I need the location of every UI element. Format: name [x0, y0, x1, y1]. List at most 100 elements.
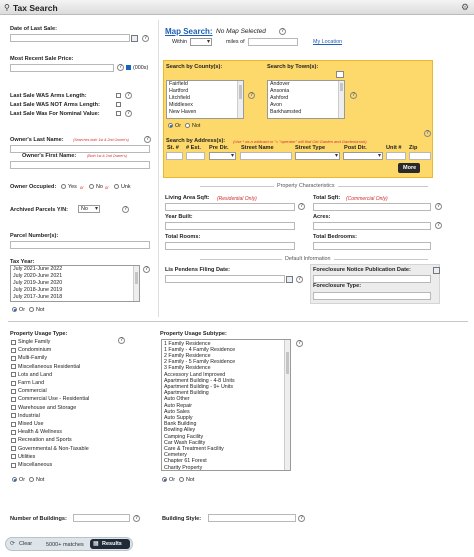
usage-type-checkbox[interactable]	[11, 380, 16, 386]
usage-type-checkbox[interactable]	[11, 396, 16, 402]
help-icon[interactable]: ?	[435, 222, 442, 229]
num-buildings-input[interactable]	[73, 514, 130, 522]
usage-type-checkbox[interactable]	[11, 429, 16, 435]
arms-length-checkbox[interactable]	[116, 93, 121, 98]
list-item[interactable]: July 2019-June 2020	[11, 280, 139, 287]
scrollbar[interactable]	[237, 81, 243, 118]
usage-type-checkbox[interactable]	[11, 454, 16, 460]
list-item[interactable]: July 2018-June 2019	[11, 287, 139, 294]
zip-input[interactable]	[409, 152, 431, 160]
county-not-radio[interactable]	[185, 123, 190, 128]
help-icon[interactable]: ?	[125, 92, 132, 99]
archived-select[interactable]: No	[78, 205, 100, 213]
foreclosure-type-input[interactable]	[313, 292, 431, 300]
usage-type-checkbox[interactable]	[11, 339, 16, 345]
recent-sale-price-input[interactable]	[10, 64, 114, 72]
map-search-link[interactable]: Map Search:	[165, 27, 213, 36]
scrollbar[interactable]	[284, 340, 290, 470]
number-est-input[interactable]	[186, 152, 205, 160]
tax-year-or-radio[interactable]	[12, 307, 17, 312]
date-last-sale-input[interactable]	[10, 34, 130, 42]
foreclosure-date-input[interactable]	[313, 275, 431, 283]
gear-icon[interactable]: ⚙	[461, 2, 469, 13]
list-item[interactable]: Charity Property	[162, 465, 290, 470]
help-icon[interactable]: ?	[122, 206, 129, 213]
owner-first-input[interactable]	[10, 161, 150, 169]
usage-type-checkbox[interactable]	[11, 355, 16, 361]
list-item[interactable]: Litchfield	[167, 95, 243, 102]
street-type-select[interactable]	[295, 152, 340, 160]
location-input[interactable]	[248, 38, 298, 46]
county-listbox[interactable]: Fairfield Hartford Litchfield Middlesex …	[166, 80, 244, 119]
help-icon[interactable]: ?	[248, 92, 255, 99]
owner-occupied-no-radio[interactable]	[89, 184, 94, 189]
total-bedrooms-input[interactable]	[313, 242, 431, 250]
my-location-link[interactable]: My Location	[313, 39, 342, 45]
list-item[interactable]: July 2020-June 2021	[11, 273, 139, 280]
usage-type-or-radio[interactable]	[12, 477, 17, 482]
usage-type-checkbox[interactable]	[11, 405, 16, 411]
help-icon[interactable]: ?	[143, 266, 150, 273]
help-icon[interactable]: ?	[142, 35, 149, 42]
calendar-icon[interactable]	[433, 267, 440, 274]
lis-pendens-input[interactable]	[165, 275, 285, 283]
town-listbox[interactable]: Andover Ansonia Ashford Avon Barkhamsted	[267, 80, 345, 119]
list-item[interactable]: Avon	[268, 102, 344, 109]
help-icon[interactable]: ?	[296, 276, 303, 283]
help-icon[interactable]: ?	[298, 515, 305, 522]
living-area-input[interactable]	[165, 203, 295, 211]
clear-button[interactable]: ⟳ Clear	[8, 540, 44, 549]
list-item[interactable]: July 2021-June 2022	[11, 266, 139, 273]
more-button[interactable]: More	[398, 163, 420, 173]
price-thousands-checkbox[interactable]	[126, 65, 131, 70]
nominal-value-checkbox[interactable]	[116, 111, 121, 116]
usage-type-checkbox[interactable]	[11, 347, 16, 353]
usage-type-checkbox[interactable]	[11, 421, 16, 427]
calendar-icon[interactable]	[131, 35, 138, 42]
scrollbar[interactable]	[338, 81, 344, 118]
help-icon[interactable]: ?	[144, 136, 151, 143]
street-number-input[interactable]	[166, 152, 183, 160]
owner-occupied-yes-radio[interactable]	[61, 184, 66, 189]
owner-occupied-unk-radio[interactable]	[114, 184, 119, 189]
year-built-input[interactable]	[165, 222, 295, 230]
scrollbar[interactable]	[133, 266, 139, 301]
parcel-numbers-input[interactable]	[10, 241, 150, 249]
results-button[interactable]: ▦ Results	[90, 539, 130, 549]
street-name-input[interactable]	[240, 152, 292, 160]
building-style-input[interactable]	[208, 514, 296, 522]
usage-type-checkbox[interactable]	[11, 364, 16, 370]
list-item[interactable]: Barkhamsted	[268, 109, 344, 116]
usage-type-not-radio[interactable]	[29, 477, 34, 482]
help-icon[interactable]: ?	[133, 515, 140, 522]
usage-type-checkbox[interactable]	[11, 413, 16, 419]
owner-last-input[interactable]	[10, 145, 150, 153]
usage-subtype-listbox[interactable]: 1 Family Residence 1 Family - 4 Family Re…	[161, 339, 291, 471]
help-icon[interactable]: ?	[298, 203, 305, 210]
town-list-icon[interactable]	[336, 71, 344, 78]
help-icon[interactable]: ?	[118, 337, 125, 344]
list-item[interactable]: July 2017-June 2018	[11, 294, 139, 301]
unit-number-input[interactable]	[386, 152, 406, 160]
total-sqft-input[interactable]	[313, 203, 431, 211]
usage-subtype-not-radio[interactable]	[179, 477, 184, 482]
post-dir-select[interactable]	[343, 152, 383, 160]
usage-type-checkbox[interactable]	[11, 372, 16, 378]
usage-type-checkbox[interactable]	[11, 462, 16, 468]
help-icon[interactable]: ?	[435, 203, 442, 210]
tax-year-not-radio[interactable]	[29, 307, 34, 312]
help-icon[interactable]: ?	[350, 92, 357, 99]
pre-dir-select[interactable]	[209, 152, 236, 160]
help-icon[interactable]: ?	[117, 64, 124, 71]
list-item[interactable]: Ansonia	[268, 88, 344, 95]
usage-type-checkbox[interactable]	[11, 388, 16, 394]
tax-year-listbox[interactable]: July 2021-June 2022 July 2020-June 2021 …	[10, 265, 140, 302]
help-icon[interactable]: ?	[296, 340, 303, 347]
total-rooms-input[interactable]	[165, 242, 295, 250]
help-icon[interactable]: ?	[279, 28, 286, 35]
list-item[interactable]: Middlesex	[167, 102, 243, 109]
within-select[interactable]	[190, 38, 212, 46]
help-icon[interactable]: ?	[125, 110, 132, 117]
county-or-radio[interactable]	[168, 123, 173, 128]
list-item[interactable]: Hartford	[167, 88, 243, 95]
